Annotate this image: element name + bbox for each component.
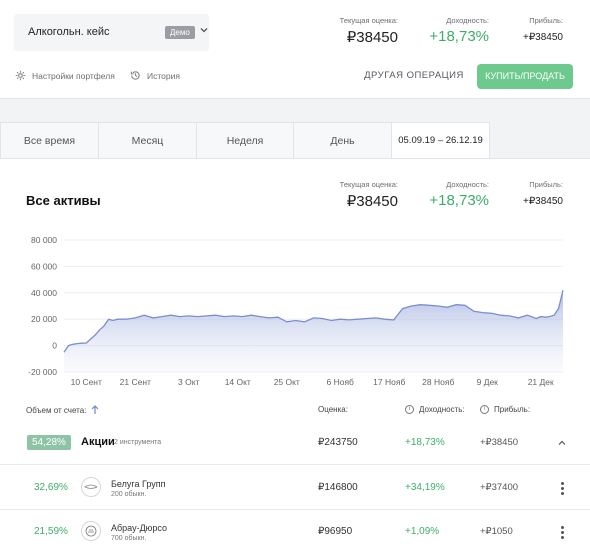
portfolio-settings-link[interactable]: Настройки портфеля [15,70,115,81]
x-tick-label: 28 Нояб [422,377,454,387]
y-tick-label: 80 000 [31,235,57,245]
gear-icon [15,70,26,81]
group-value: ₽243750 [318,437,358,448]
asset-name: Абрау-Дюрсо [111,523,168,533]
asset-row[interactable]: 21,59% Абрау-Дюрсо 700 обыкн. ₽96950 +1,… [0,509,590,555]
portfolio-area-chart: 80 000 60 000 40 000 20 000 0 -20 000 10 Сент… [28,235,564,387]
asset-quantity: 700 обыкн. [111,535,147,542]
tab-custom-range[interactable]: 05.09.19 – 26.12.19 [392,122,490,159]
y-tick-label: 60 000 [31,261,57,271]
group-profit: +₽38450 [480,437,519,448]
x-tick-label: 6 Нояб [327,377,355,387]
group-yield: +18,73% [405,437,445,448]
chevron-down-icon [200,28,208,33]
section-profit: Прибыль: +₽38450 [522,180,563,207]
portfolio-header: Алкогольн. кейс Демо Текущая оценка: ₽38… [0,0,590,99]
portfolio-name: Алкогольн. кейс [28,26,110,38]
more-options-icon[interactable] [559,526,565,539]
profit: Прибыль: +₽38450 [522,16,563,43]
more-options-icon[interactable] [559,482,565,495]
y-tick-label: 40 000 [31,288,57,298]
abrau-logo-icon [81,521,101,541]
share-badge: 54,28% [27,435,71,450]
period-tabs: Все время Месяц Неделя День 05.09.19 – 2… [0,122,490,159]
yield: Доходность: +18,73% [429,16,489,45]
other-operation-button[interactable]: ДРУГАЯ ОПЕРАЦИЯ [363,67,465,85]
x-tick-label: 25 Окт [274,377,300,387]
share-percent: 21,59% [34,526,68,537]
tab-week[interactable]: Неделя [197,122,294,159]
x-tick-label: 17 Нояб [373,377,405,387]
col-profit: i Прибыль: [480,405,530,414]
x-tick-label: 14 Окт [225,377,251,387]
asset-value: ₽146800 [318,482,358,493]
asset-profit: +₽37400 [480,482,519,493]
tab-month[interactable]: Месяц [99,122,197,159]
portfolio-select[interactable]: Алкогольн. кейс Демо [14,14,209,51]
section-current-value: Текущая оценка: ₽38450 [339,180,398,210]
group-name: Акции [81,436,115,448]
sort-by-share[interactable]: Объем от счета: [26,405,99,415]
asset-row[interactable]: 32,69% Белуга Групп 200 обыкн. ₽146800 +… [0,464,590,509]
info-icon[interactable]: i [480,405,489,414]
asset-quantity: 200 обыкн. [111,491,147,498]
x-tick-label: 9 Дек [477,377,499,387]
tab-all-time[interactable]: Все время [0,122,99,159]
section-title: Все активы [26,193,101,208]
beluga-logo-icon [81,477,101,497]
buy-sell-button[interactable]: КУПИТЬ/ПРОДАТЬ [477,64,573,89]
asset-name: Белуга Групп [111,479,166,489]
group-row-stocks[interactable]: 54,28% Акции 2 инструмента ₽243750 +18,7… [0,425,590,464]
col-value: Оценка: [318,405,348,414]
asset-yield: +34,19% [405,482,445,493]
current-value: Текущая оценка: ₽38450 [339,16,398,46]
history-icon [130,71,140,80]
y-tick-label: 20 000 [31,314,57,324]
asset-profit: +₽1050 [480,526,513,537]
series-area [64,290,563,372]
group-count: 2 инструмента [114,439,162,446]
tab-day[interactable]: День [294,122,392,159]
demo-badge: Демо [165,26,195,39]
y-tick-label: 0 [52,341,57,351]
x-tick-label: 3 Окт [178,377,200,387]
asset-value: ₽96950 [318,526,353,537]
history-link[interactable]: История [130,70,180,81]
info-icon[interactable]: i [405,405,414,414]
x-tick-label: 21 Дек [528,377,554,387]
arrow-up-icon [91,405,99,414]
y-tick-label: -20 000 [28,367,57,377]
share-percent: 32,69% [34,482,68,493]
asset-yield: +1,09% [405,526,440,537]
chevron-up-icon[interactable] [557,438,567,448]
section-yield: Доходность: +18,73% [429,180,489,209]
x-tick-label: 10 Сент [71,377,102,387]
col-yield: i Доходность: [405,405,465,414]
x-tick-label: 21 Сент [120,377,151,387]
